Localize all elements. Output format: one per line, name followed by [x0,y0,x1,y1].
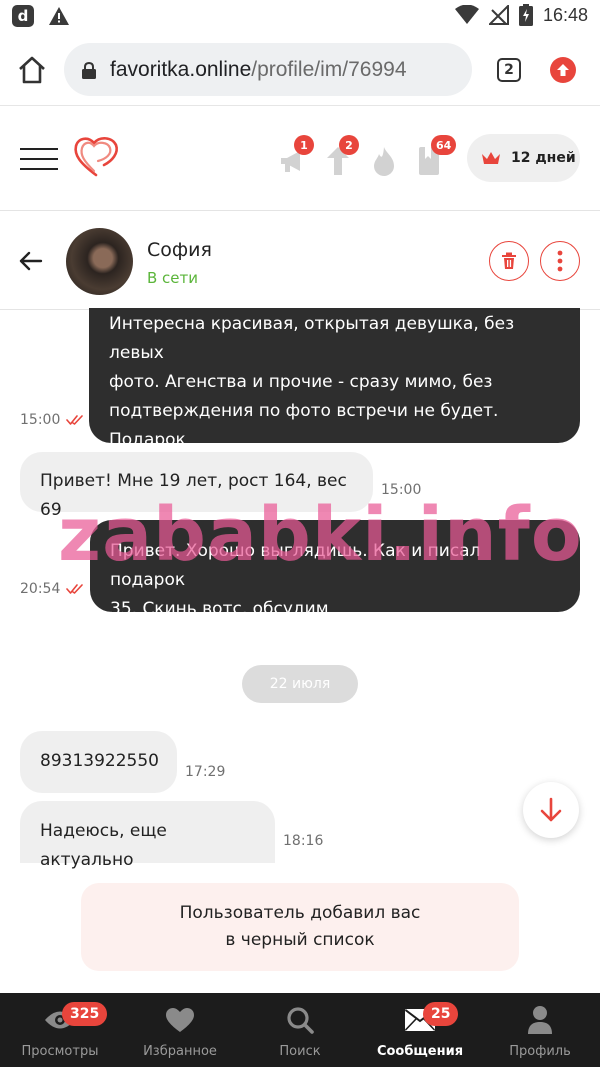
status-bar: d 16:48 [0,0,600,34]
message-time: 15:00 [381,482,422,498]
megaphone-button[interactable]: 1 [278,135,314,175]
update-icon [557,64,569,76]
alert-icon [49,7,69,25]
notice-line: в черный список [225,930,375,950]
wifi-icon [454,5,479,24]
url-text: favoritka.online/profile/im/76994 [110,57,407,81]
message-incoming[interactable]: Привет! Мне 19 лет, рост 164, вес 69 [20,452,373,520]
crown-icon [482,152,500,164]
person-icon [528,1006,552,1034]
tab-switcher-button[interactable]: 2 [497,58,521,82]
more-vertical-icon [557,250,563,272]
premium-button[interactable]: 12 дней [467,134,580,182]
message-line: Интересна красивая, открытая девушка, бе… [109,314,515,363]
nav-label: Избранное [143,1044,217,1059]
date-separator: 22 июля [242,665,358,703]
arrow-down-icon [540,797,562,822]
double-check-icon [66,415,84,425]
boost-button[interactable]: 2 [323,135,359,175]
premium-days: 12 дней [511,150,576,166]
nav-label: Профиль [509,1044,571,1059]
more-options-button[interactable] [540,241,580,281]
message-line: 35. Скинь вотс, обсудим [110,599,329,619]
message-time: 15:00 [20,412,84,428]
back-arrow-icon[interactable] [18,248,44,274]
nav-label: Сообщения [376,1044,464,1059]
messages-badge: 25 [423,1002,459,1026]
online-status: В сети [147,269,199,287]
nav-profile[interactable]: Профиль [480,993,600,1067]
menu-button[interactable] [20,148,58,170]
chat-header: София В сети [0,212,600,310]
message-line: подтверждения по фото встречи не будет. … [109,401,499,450]
signal-off-icon [488,5,509,25]
message-line: фото. Агенства и прочие - сразу мимо, бе… [109,372,493,392]
diary-button[interactable]: 64 [413,135,457,175]
message-line: Привет. Хорошо выглядишь. Как и писал по… [110,541,481,590]
update-button[interactable] [550,57,576,83]
trash-icon [502,252,516,269]
nav-views[interactable]: 325 Просмотры [0,993,120,1067]
fire-icon [374,147,394,176]
diary-badge: 64 [431,135,457,155]
notice-line: Пользователь добавил вас [179,903,421,923]
lock-icon [82,61,96,79]
site-header: 1 2 64 12 дней [0,107,600,211]
scroll-to-bottom-button[interactable] [523,782,579,838]
message-outgoing[interactable]: Привет. Хорошо выглядишь. Как и писал по… [90,520,580,619]
clock: 16:48 [542,4,588,25]
address-bar[interactable]: favoritka.online/profile/im/76994 [64,43,472,96]
message-line: Привет! Мне 19 лет, рост 164, вес 69 [40,471,347,520]
battery-charging-icon [518,4,533,26]
bottom-navigation: 325 Просмотры Избранное Поиск 25 Сообщен… [0,993,600,1067]
home-button[interactable] [16,54,48,86]
delete-chat-button[interactable] [489,241,529,281]
message-line: Надеюсь, еще актуально [40,821,167,870]
blacklist-notice: Пользователь добавил вас в черный список [81,883,519,971]
double-check-icon [66,584,84,594]
message-line: 89313922550 [40,751,159,771]
nav-search[interactable]: Поиск [240,993,360,1067]
message-incoming[interactable]: Надеюсь, еще актуально [20,801,275,870]
browser-toolbar: favoritka.online/profile/im/76994 2 [0,34,600,106]
views-badge: 325 [62,1002,108,1026]
hot-button[interactable] [368,141,402,176]
nav-label: Просмотры [21,1044,99,1059]
nav-favorites[interactable]: Избранное [120,993,240,1067]
message-time: 17:29 [185,764,226,780]
message-outgoing[interactable]: Интересна красивая, открытая девушка, бе… [89,308,580,479]
search-icon [287,1007,314,1034]
boost-badge: 2 [339,135,359,155]
app-notification-icon: d [12,5,34,27]
nav-messages[interactable]: 25 Сообщения [360,993,480,1067]
megaphone-badge: 1 [294,135,314,155]
heart-icon [166,1008,194,1032]
avatar[interactable] [66,228,133,295]
home-icon [19,56,45,84]
nav-label: Поиск [279,1044,321,1059]
message-incoming[interactable]: 89313922550 [20,731,177,793]
logo-icon[interactable] [72,135,120,179]
message-time: 18:16 [283,833,324,849]
contact-name: София [147,239,212,261]
message-time: 20:54 [20,581,84,597]
